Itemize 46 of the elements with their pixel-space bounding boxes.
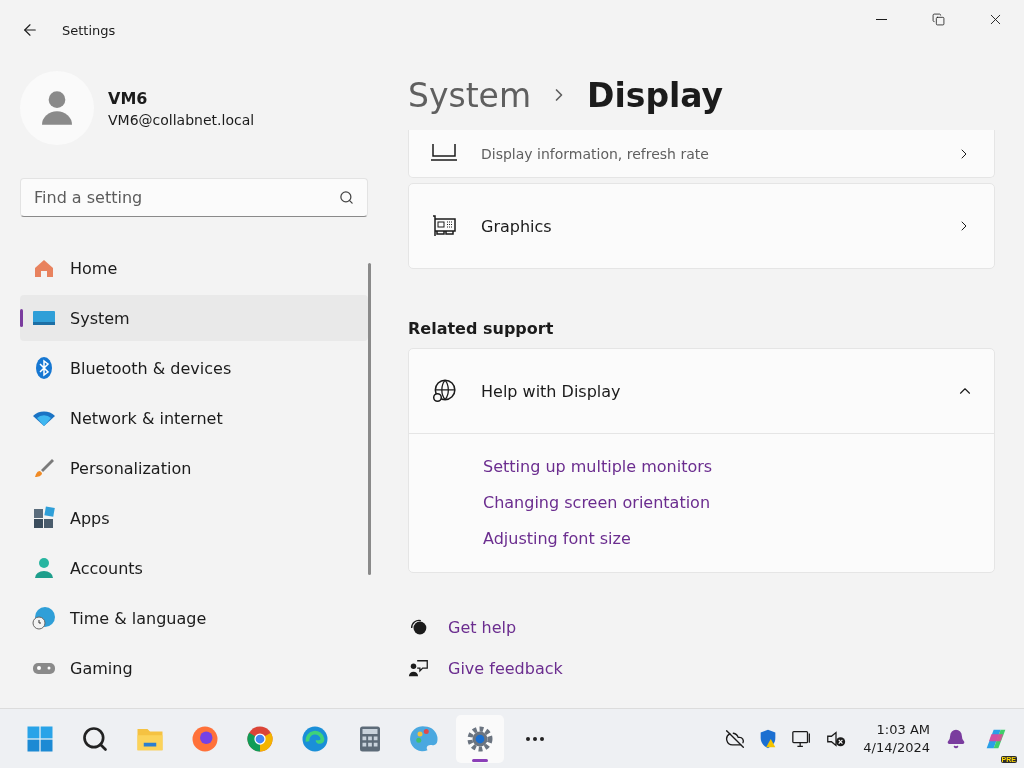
- globe-clock-icon: [32, 606, 56, 630]
- person-icon: [32, 556, 56, 580]
- brush-icon: [32, 456, 56, 480]
- window-title: Settings: [62, 22, 116, 38]
- clock[interactable]: 1:03 AM 4/14/2024: [859, 722, 934, 755]
- more-icon: [526, 736, 544, 741]
- bell-icon[interactable]: [946, 728, 966, 749]
- scrollbar[interactable]: [368, 263, 371, 575]
- breadcrumb-item[interactable]: System: [408, 75, 532, 115]
- settings-card[interactable]: Display information, refresh rate: [408, 130, 995, 178]
- settings-card[interactable]: Graphics: [408, 183, 995, 269]
- sidebar-item[interactable]: Apps: [20, 495, 368, 541]
- section-heading: Related support: [408, 319, 555, 338]
- selection-indicator: [20, 309, 23, 327]
- monitor-base-icon: [431, 143, 457, 164]
- sidebar-item[interactable]: Network & internet: [20, 395, 368, 441]
- account-email: VM6@collabnet.local: [108, 111, 255, 128]
- sidebar-item[interactable]: Accounts: [20, 545, 368, 591]
- help-link[interactable]: Setting up multiple monitors: [483, 456, 713, 478]
- palette-icon: [410, 723, 440, 754]
- footer-link[interactable]: Give feedback: [448, 658, 563, 680]
- card-title: Help with Display: [481, 381, 622, 401]
- search-icon: [339, 190, 354, 205]
- restore-icon: [932, 12, 945, 26]
- sidebar-item[interactable]: Time & language: [20, 595, 368, 641]
- help-link[interactable]: Changing screen orientation: [483, 492, 711, 514]
- globe-search-icon: [431, 378, 457, 404]
- card-subtitle: Display information, refresh rate: [481, 145, 710, 162]
- card-title: Graphics: [481, 216, 553, 236]
- sidebar-item[interactable]: Gaming: [20, 645, 368, 691]
- account-name: VM6: [108, 88, 149, 108]
- apps-icon: [32, 506, 56, 530]
- sidebar-item[interactable]: Home: [20, 245, 368, 291]
- help-link[interactable]: Adjusting font size: [483, 528, 631, 550]
- breadcrumb-item: Display: [587, 75, 724, 115]
- search-icon: [81, 724, 109, 753]
- sidebar-item[interactable]: System: [20, 295, 368, 341]
- graphics-card-icon: [431, 214, 457, 238]
- search-field[interactable]: Find a setting: [20, 178, 368, 217]
- running-indicator: [472, 758, 488, 762]
- cloud-off-icon[interactable]: [725, 728, 746, 749]
- sidebar-item[interactable]: Bluetooth & devices: [20, 345, 368, 391]
- expander-header[interactable]: Help with Display: [409, 349, 994, 434]
- footer-link[interactable]: Get help: [448, 617, 517, 639]
- sidebar-item[interactable]: Personalization: [20, 445, 368, 491]
- minimize-icon: [876, 18, 887, 20]
